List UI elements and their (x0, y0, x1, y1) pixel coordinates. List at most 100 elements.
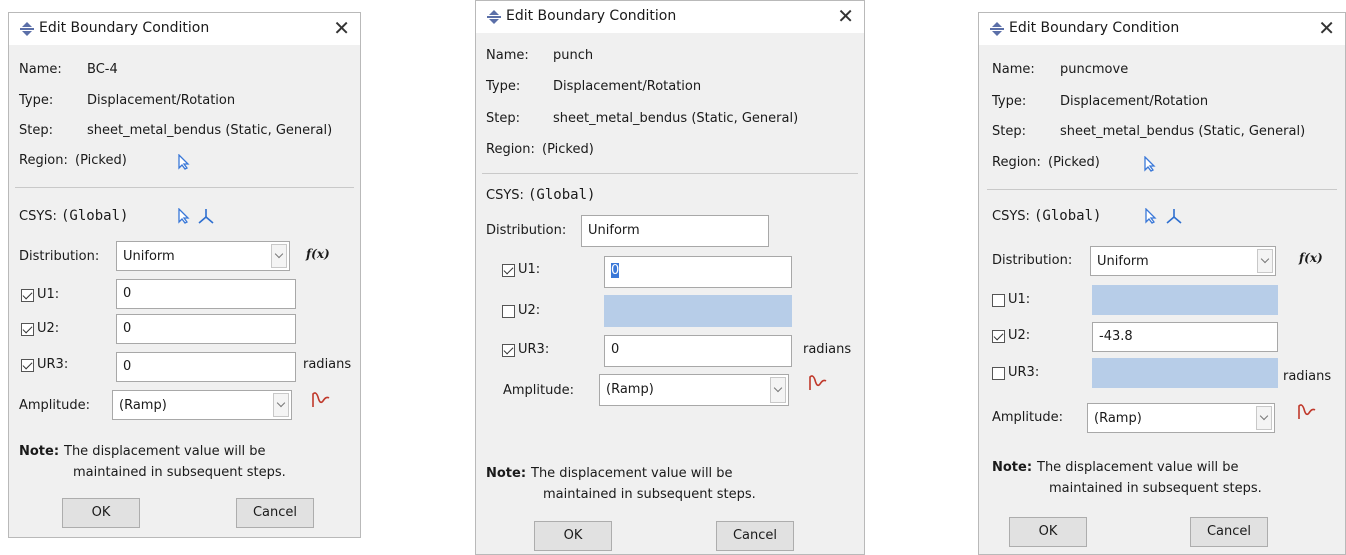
name-value: BC-4 (87, 62, 118, 77)
ur3-label: UR3: (37, 357, 69, 372)
title-bar: Edit Boundary Condition ✕ (9, 13, 360, 45)
csys-label: CSYS: (486, 188, 524, 203)
region-label: Region: (992, 155, 1041, 170)
boundary-condition-icon (20, 22, 34, 36)
dialog-title: Edit Boundary Condition (506, 8, 677, 24)
amplitude-value: (Ramp) (1094, 411, 1142, 426)
create-amplitude-icon[interactable] (808, 374, 828, 392)
create-amplitude-icon[interactable] (1297, 403, 1317, 421)
close-icon[interactable]: ✕ (1318, 16, 1335, 40)
u2-checkbox[interactable] (992, 330, 1005, 343)
ok-button[interactable]: OK (1009, 517, 1087, 547)
fx-button[interactable]: f(x) (1299, 251, 1323, 265)
select-csys-arrow-icon[interactable] (177, 208, 191, 224)
step-value: sheet_metal_bendus (Static, General) (87, 123, 333, 138)
chevron-down-icon (1257, 249, 1273, 273)
ok-button[interactable]: OK (534, 521, 612, 551)
step-label: Step: (992, 124, 1026, 139)
type-value: Displacement/Rotation (1060, 94, 1209, 109)
distribution-label: Distribution: (992, 253, 1073, 268)
name-label: Name: (992, 62, 1035, 77)
select-csys-arrow-icon[interactable] (1144, 208, 1158, 224)
region-value: (Picked) (542, 142, 594, 157)
distribution-select[interactable]: Uniform (581, 215, 769, 247)
u1-checkbox[interactable] (21, 289, 34, 302)
ur3-checkbox[interactable] (21, 359, 34, 372)
u2-input[interactable]: 0 (116, 314, 296, 344)
fx-button[interactable]: f(x) (306, 247, 330, 261)
note-line-2: maintained in subsequent steps. (1049, 481, 1262, 496)
chevron-down-icon (273, 393, 289, 417)
select-region-arrow-icon[interactable] (177, 154, 191, 170)
csys-value: (Global) (61, 208, 129, 224)
u1-checkbox[interactable] (502, 264, 515, 277)
distribution-select[interactable]: Uniform (1090, 246, 1276, 276)
u2-label: U2: (518, 303, 541, 318)
note-label: Note: (19, 444, 60, 459)
divider (15, 187, 354, 188)
type-label: Type: (486, 79, 521, 94)
ur3-label: UR3: (1008, 365, 1040, 380)
u1-checkbox[interactable] (992, 294, 1005, 307)
cancel-button[interactable]: Cancel (1190, 517, 1268, 547)
title-bar: Edit Boundary Condition ✕ (476, 1, 864, 33)
ur3-input[interactable]: 0 (116, 352, 296, 382)
boundary-condition-icon (487, 10, 501, 24)
divider (482, 173, 858, 174)
amplitude-value: (Ramp) (606, 382, 654, 397)
csys-value: (Global) (528, 187, 596, 203)
u1-input (1092, 285, 1278, 315)
region-value: (Picked) (75, 153, 127, 168)
u2-input (604, 295, 792, 327)
create-csys-icon[interactable] (1165, 207, 1183, 225)
csys-label: CSYS: (19, 209, 57, 224)
amplitude-label: Amplitude: (19, 398, 90, 413)
name-value: punch (553, 48, 594, 63)
amplitude-select[interactable]: (Ramp) (599, 374, 789, 406)
dialog-title: Edit Boundary Condition (1009, 20, 1180, 36)
note-label: Note: (992, 460, 1033, 475)
u1-input[interactable]: 0 (116, 279, 296, 309)
name-label: Name: (19, 62, 62, 77)
ur3-label: UR3: (518, 342, 550, 357)
title-bar: Edit Boundary Condition ✕ (979, 13, 1345, 45)
distribution-select[interactable]: Uniform (116, 241, 290, 271)
ur3-checkbox[interactable] (992, 367, 1005, 380)
name-value: puncmove (1060, 62, 1129, 77)
dialog-bc-4: Edit Boundary Condition ✕ Name: BC-4 Typ… (8, 12, 361, 538)
u2-input[interactable]: -43.8 (1092, 322, 1278, 352)
type-label: Type: (19, 93, 54, 108)
radians-label: radians (303, 357, 352, 372)
name-label: Name: (486, 48, 529, 63)
region-value: (Picked) (1048, 155, 1100, 170)
region-label: Region: (19, 153, 68, 168)
divider (987, 189, 1337, 190)
amplitude-label: Amplitude: (503, 383, 574, 398)
ok-button[interactable]: OK (62, 498, 140, 528)
amplitude-value: (Ramp) (119, 398, 167, 413)
amplitude-select[interactable]: (Ramp) (1087, 403, 1275, 433)
amplitude-select[interactable]: (Ramp) (112, 390, 292, 420)
u2-checkbox[interactable] (502, 305, 515, 318)
type-label: Type: (992, 94, 1027, 109)
distribution-label: Distribution: (486, 223, 567, 238)
select-region-arrow-icon[interactable] (1143, 156, 1157, 172)
u2-checkbox[interactable] (21, 323, 34, 336)
u1-input[interactable]: 0 (604, 256, 792, 288)
type-value: Displacement/Rotation (553, 79, 702, 94)
u1-label: U1: (518, 262, 541, 277)
close-icon[interactable]: ✕ (837, 4, 854, 28)
ur3-checkbox[interactable] (502, 344, 515, 357)
cancel-button[interactable]: Cancel (236, 498, 314, 528)
close-icon[interactable]: ✕ (333, 16, 350, 40)
create-amplitude-icon[interactable] (311, 391, 331, 409)
ur3-input[interactable]: 0 (604, 335, 792, 367)
distribution-value: Uniform (1097, 254, 1149, 269)
u1-label: U1: (37, 287, 60, 302)
csys-value: (Global) (1034, 208, 1102, 224)
cancel-button[interactable]: Cancel (716, 521, 794, 551)
chevron-down-icon (271, 244, 287, 268)
create-csys-icon[interactable] (197, 207, 215, 225)
u1-label: U1: (1008, 292, 1031, 307)
note-line-1: The displacement value will be (64, 444, 266, 459)
